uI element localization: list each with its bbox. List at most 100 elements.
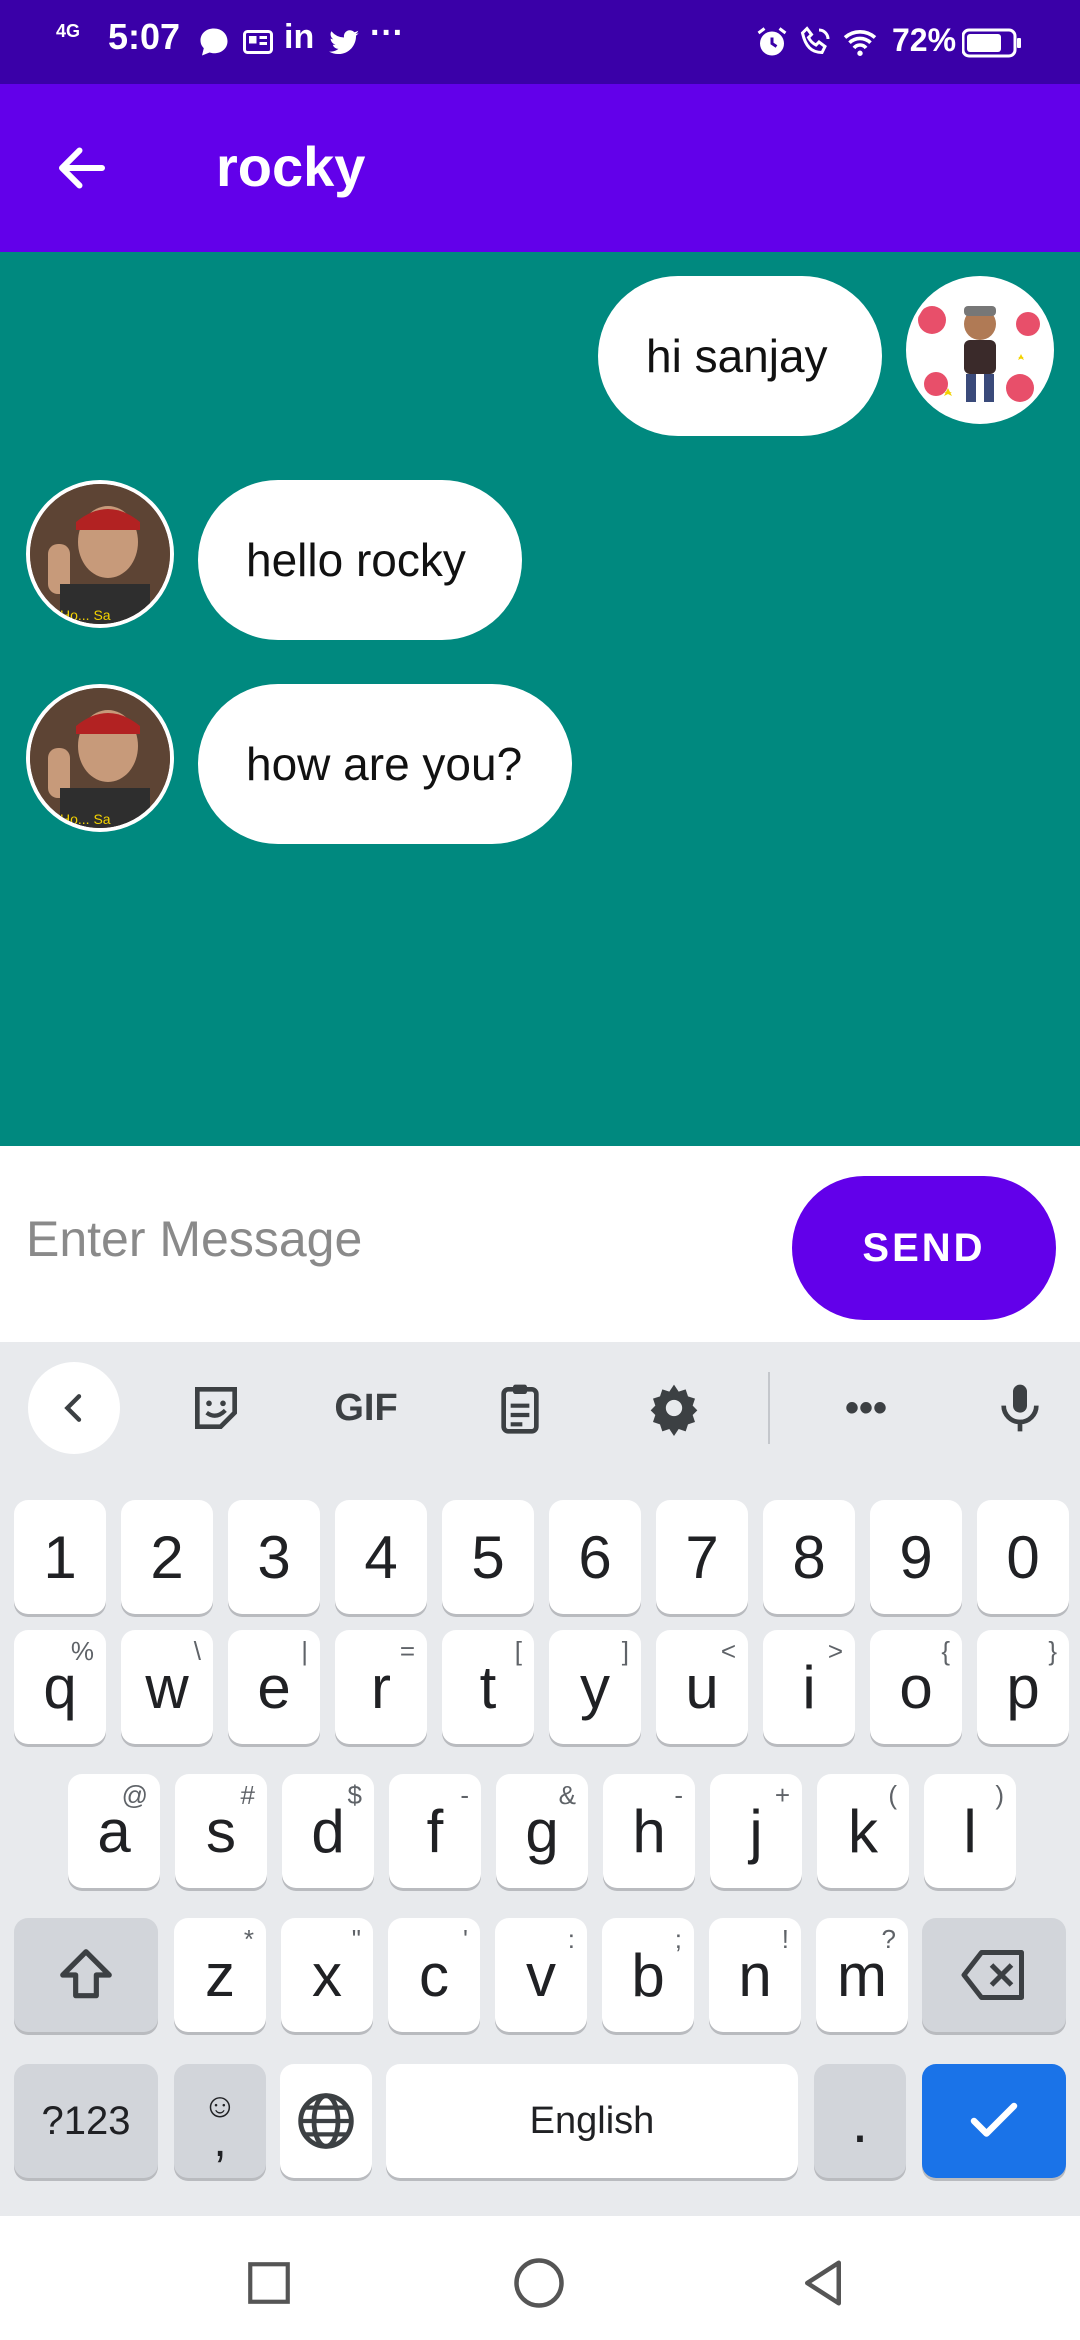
key-j[interactable]: j + <box>710 1774 802 1888</box>
system-nav-bar <box>0 2216 1080 2340</box>
key-t[interactable]: t[ <box>442 1630 534 1744</box>
key-u[interactable]: u < <box>656 1630 748 1744</box>
key-label: 1 <box>43 1523 77 1591</box>
key-d[interactable]: d $ <box>282 1774 374 1888</box>
key-hint: { <box>941 1636 950 1666</box>
home-icon[interactable] <box>512 2256 566 2310</box>
key-label: 7 <box>685 1523 719 1591</box>
key-x[interactable]: x " <box>281 1918 373 2032</box>
message-input[interactable] <box>24 1198 768 1280</box>
key-k[interactable]: k( <box>817 1774 909 1888</box>
language-key[interactable] <box>280 2064 372 2178</box>
sticker-icon <box>195 1387 237 1429</box>
key-y[interactable]: y] <box>549 1630 641 1744</box>
key-label: o <box>899 1653 933 1721</box>
composer: SEND <box>0 1146 1080 1342</box>
settings-button[interactable] <box>628 1362 720 1454</box>
enter-key[interactable] <box>922 2064 1066 2178</box>
key-o[interactable]: o{ <box>870 1630 962 1744</box>
key-f[interactable]: f- <box>389 1774 481 1888</box>
chat-title: rocky <box>216 135 366 198</box>
key-n[interactable]: n! <box>709 1918 801 2032</box>
key-r[interactable]: r = <box>335 1630 427 1744</box>
key-s[interactable]: s # <box>175 1774 267 1888</box>
key-h[interactable]: h- <box>603 1774 695 1888</box>
back-nav-icon[interactable] <box>796 2256 850 2310</box>
key-e[interactable]: e | <box>228 1630 320 1744</box>
symbols-key[interactable]: ?123 <box>14 2064 158 2178</box>
message-bubble-incoming: hello rocky <box>198 480 522 640</box>
more-options-icon[interactable]: ••• <box>820 1362 912 1454</box>
key-8[interactable]: 8 <box>763 1500 855 1614</box>
key-hint: - <box>460 1780 469 1810</box>
key-label: 3 <box>257 1523 291 1591</box>
svg-text:Ho... Sa: Ho... Sa <box>60 607 111 623</box>
key-hint: @ <box>121 1780 148 1810</box>
period-key[interactable]: . <box>814 2064 906 2178</box>
key-label: f <box>426 1797 444 1865</box>
key-label: y <box>580 1653 610 1721</box>
key-label: English <box>529 2099 655 2142</box>
key-a[interactable]: a @ <box>68 1774 160 1888</box>
key-g[interactable]: g & <box>496 1774 588 1888</box>
key-hint: ( <box>888 1780 897 1810</box>
key-5[interactable]: 5 <box>442 1500 534 1614</box>
emoji-comma-key[interactable]: ☺, <box>174 2064 266 2178</box>
key-v[interactable]: v: <box>495 1918 587 2032</box>
key-label: 9 <box>899 1523 933 1591</box>
key-2[interactable]: 2 <box>121 1500 213 1614</box>
contact-photo-icon: Ho... Sa <box>30 688 170 828</box>
key-w[interactable]: w \ <box>121 1630 213 1744</box>
network-indicator: 4G <box>56 21 81 41</box>
gif-button[interactable]: GIF <box>316 1362 416 1454</box>
status-time: 5:07 <box>108 16 181 57</box>
key-label: . <box>851 2087 869 2155</box>
key-0[interactable]: 0 <box>977 1500 1069 1614</box>
key-label: l <box>963 1797 977 1865</box>
key-z[interactable]: z * <box>174 1918 266 2032</box>
key-b[interactable]: b; <box>602 1918 694 2032</box>
key-6[interactable]: 6 <box>549 1500 641 1614</box>
back-arrow-icon[interactable] <box>52 138 112 198</box>
wifi-call-icon <box>800 26 830 55</box>
key-hint: \ <box>193 1636 201 1666</box>
message-bubble-outgoing: hi sanjay <box>598 276 882 436</box>
key-label: n <box>738 1941 772 2009</box>
shift-key[interactable] <box>14 1918 158 2032</box>
key-4[interactable]: 4 <box>335 1500 427 1614</box>
clipboard-button[interactable] <box>474 1362 566 1454</box>
key-3[interactable]: 3 <box>228 1500 320 1614</box>
voice-input-button[interactable] <box>974 1362 1066 1454</box>
chat-icon <box>200 28 228 56</box>
check-icon <box>970 2102 1018 2137</box>
key-hint: < <box>720 1636 736 1666</box>
key-c[interactable]: c ' <box>388 1918 480 2032</box>
key-hint: # <box>240 1780 255 1810</box>
shift-icon <box>60 1949 112 1999</box>
gear-icon <box>650 1384 698 1436</box>
key-label: s <box>206 1797 236 1865</box>
key-p[interactable]: p} <box>977 1630 1069 1744</box>
key-q[interactable]: q% <box>14 1630 106 1744</box>
recents-icon[interactable] <box>244 2258 294 2308</box>
microphone-icon <box>1001 1384 1039 1432</box>
battery-percent: 72% <box>892 22 957 58</box>
sticker-button[interactable] <box>170 1362 262 1454</box>
backspace-key[interactable] <box>922 1918 1066 2032</box>
key-9[interactable]: 9 <box>870 1500 962 1614</box>
key-1[interactable]: 1 <box>14 1500 106 1614</box>
key-7[interactable]: 7 <box>656 1500 748 1614</box>
key-label: e <box>257 1653 291 1721</box>
twitter-icon <box>329 30 359 55</box>
more-icon: ··· <box>370 14 404 52</box>
key-hint: & <box>558 1780 576 1810</box>
key-l[interactable]: l) <box>924 1774 1016 1888</box>
space-key[interactable]: English <box>386 2064 798 2178</box>
key-hint: ] <box>621 1636 629 1666</box>
collapse-toolbar-button[interactable] <box>28 1362 120 1454</box>
key-hint: ? <box>881 1924 896 1954</box>
send-button[interactable]: SEND <box>792 1176 1056 1320</box>
key-label: m <box>837 1941 887 2009</box>
key-i[interactable]: i > <box>763 1630 855 1744</box>
key-m[interactable]: m? <box>816 1918 908 2032</box>
